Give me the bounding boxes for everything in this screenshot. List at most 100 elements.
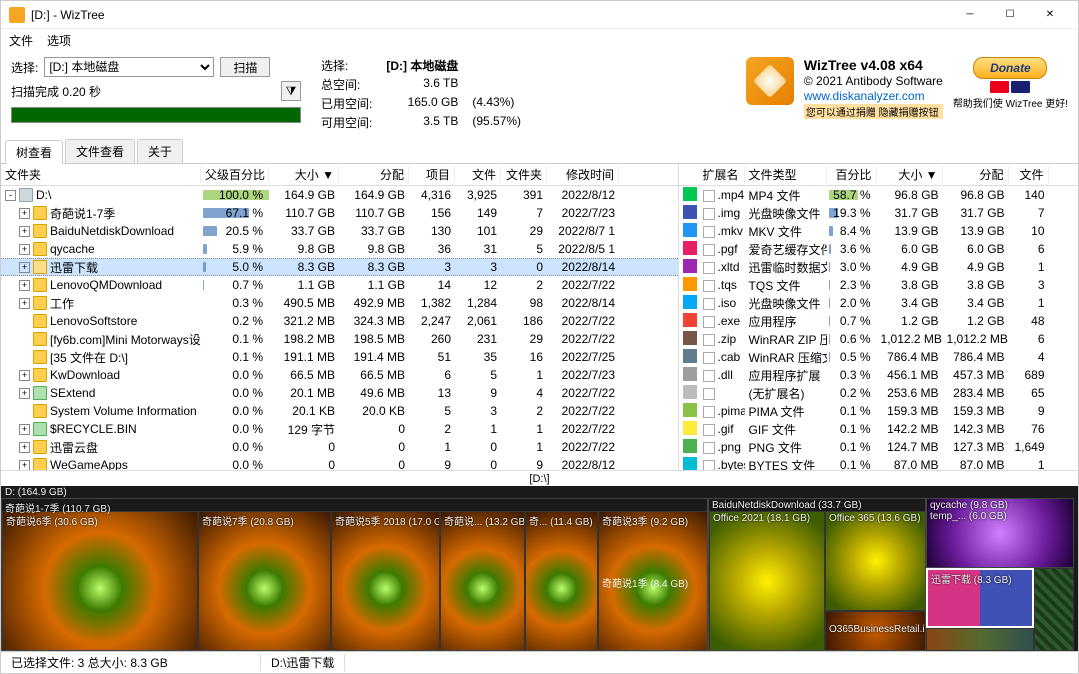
table-row[interactable]: -D:\100.0 %164.9 GB164.9 GB4,3163,925391… [1, 186, 678, 204]
filter-button[interactable]: ⧩ [281, 81, 301, 101]
treemap[interactable]: D: (164.9 GB) 奇葩说1-7季 (110.7 GB)奇葩说6季 (3… [1, 486, 1078, 651]
table-row[interactable]: .mp4MP4 文件58.7 %96.8 GB96.8 GB140 [679, 186, 1078, 204]
color-swatch [683, 403, 697, 417]
table-row[interactable]: [35 文件在 D:\]0.1 %191.1 MB191.4 MB5135162… [1, 348, 678, 366]
menu-file[interactable]: 文件 [9, 32, 33, 49]
table-row[interactable]: .iso光盘映像文件2.0 %3.4 GB3.4 GB1 [679, 294, 1078, 312]
folder-icon [33, 224, 47, 238]
main-panes: 文件夹父级百分比大小 ▼分配项目文件文件夹修改时间 -D:\100.0 %164… [1, 164, 1078, 470]
col-header[interactable]: 文件类型 [745, 166, 827, 183]
col-header[interactable]: 分配 [339, 166, 409, 183]
table-row[interactable]: +迅雷下载5.0 %8.3 GB8.3 GB3302022/8/14 [1, 258, 678, 276]
close-button[interactable]: ✕ [1030, 3, 1070, 27]
folder-tree-body[interactable]: -D:\100.0 %164.9 GB164.9 GB4,3163,925391… [1, 186, 678, 470]
col-header[interactable]: 扩展名 [699, 166, 745, 183]
table-row[interactable]: .bytesBYTES 文件0.1 %87.0 MB87.0 MB1 [679, 456, 1078, 470]
item-name: [35 文件在 D:\] [50, 349, 128, 366]
table-row[interactable]: .dll应用程序扩展0.3 %456.1 MB457.3 MB689 [679, 366, 1078, 384]
table-row[interactable]: (无扩展名)0.2 %253.6 MB283.4 MB65 [679, 384, 1078, 402]
table-row[interactable]: .xltd迅雷临时数据文3.0 %4.9 GB4.9 GB1 [679, 258, 1078, 276]
col-header[interactable]: 文件 [455, 166, 501, 183]
table-row[interactable]: .img光盘映像文件19.3 %31.7 GB31.7 GB7 [679, 204, 1078, 222]
tree-toggle[interactable]: + [19, 280, 30, 291]
folder-open-icon [33, 260, 47, 274]
col-header[interactable]: 百分比 [827, 166, 877, 183]
col-header[interactable]: 父级百分比 [201, 166, 269, 183]
table-row[interactable]: +qycache5.9 %9.8 GB9.8 GB363152022/8/5 1 [1, 240, 678, 258]
table-row[interactable]: .pgf爱奇艺缓存文件3.6 %6.0 GB6.0 GB6 [679, 240, 1078, 258]
tab-tree[interactable]: 树查看 [5, 140, 63, 164]
maximize-button[interactable]: ☐ [990, 3, 1030, 27]
col-header[interactable]: 大小 ▼ [269, 166, 339, 183]
tree-toggle[interactable]: + [19, 244, 30, 255]
tree-toggle[interactable]: + [19, 298, 30, 309]
table-row[interactable]: +LenovoQMDownload0.7 %1.1 GB1.1 GB141222… [1, 276, 678, 294]
table-row[interactable]: .pimaPIMA 文件0.1 %159.3 MB159.3 MB9 [679, 402, 1078, 420]
tree-toggle[interactable]: + [19, 208, 30, 219]
table-row[interactable]: +$RECYCLE.BIN0.0 %129 字节02112022/7/22 [1, 420, 678, 438]
table-row[interactable]: LenovoSoftstore0.2 %321.2 MB324.3 MB2,24… [1, 312, 678, 330]
tree-toggle[interactable]: + [19, 370, 30, 381]
table-row[interactable]: .pngPNG 文件0.1 %124.7 MB127.3 MB1,649 [679, 438, 1078, 456]
table-row[interactable]: .zipWinRAR ZIP 压0.6 %1,012.2 MB1,012.2 M… [679, 330, 1078, 348]
progress-bar [11, 107, 301, 123]
table-row[interactable]: System Volume Information0.0 %20.1 KB20.… [1, 402, 678, 420]
tree-toggle[interactable]: + [19, 442, 30, 453]
table-row[interactable]: +工作0.3 %490.5 MB492.9 MB1,3821,284982022… [1, 294, 678, 312]
col-header[interactable]: 分配 [943, 166, 1009, 183]
color-swatch [683, 223, 697, 237]
donate-tip: 您可以通过捐赠 隐藏捐赠按钮 [804, 104, 943, 119]
tree-toggle[interactable]: + [19, 424, 30, 435]
col-header[interactable]: 大小 ▼ [877, 166, 943, 183]
tree-toggle[interactable]: + [19, 226, 30, 237]
tree-toggle[interactable]: + [19, 262, 30, 273]
table-row[interactable]: +BaiduNetdiskDownload20.5 %33.7 GB33.7 G… [1, 222, 678, 240]
col-header[interactable]: 文件夹 [501, 166, 547, 183]
table-row[interactable]: +WeGameApps0.0 %009092022/8/12 [1, 456, 678, 470]
table-row[interactable]: +迅雷云盘0.0 %001012022/7/22 [1, 438, 678, 456]
menu-options[interactable]: 选项 [47, 32, 71, 49]
file-icon [703, 424, 715, 436]
file-icon [703, 334, 715, 346]
table-row[interactable]: +SExtend0.0 %20.1 MB49.6 MB13942022/7/22 [1, 384, 678, 402]
tree-toggle[interactable]: + [19, 388, 30, 399]
table-row[interactable]: .mkvMKV 文件8.4 %13.9 GB13.9 GB10 [679, 222, 1078, 240]
folder-icon [33, 368, 47, 382]
table-row[interactable]: .exe应用程序0.7 %1.2 GB1.2 GB48 [679, 312, 1078, 330]
folder-icon [33, 242, 47, 256]
path-footer: [D:\] [1, 470, 1078, 486]
tab-about[interactable]: 关于 [137, 139, 183, 163]
folder-icon [33, 350, 47, 364]
table-row[interactable]: +KwDownload0.0 %66.5 MB66.5 MB6512022/7/… [1, 366, 678, 384]
tab-file[interactable]: 文件查看 [65, 139, 135, 163]
file-icon [703, 190, 715, 202]
color-swatch [683, 277, 697, 291]
funnel-icon: ⧩ [286, 84, 297, 99]
folder-tree-header[interactable]: 文件夹父级百分比大小 ▼分配项目文件文件夹修改时间 [1, 164, 678, 186]
copyright: © 2021 Antibody Software [804, 74, 943, 88]
table-row[interactable]: [fy6b.com]Mini Motorways设0.1 %198.2 MB19… [1, 330, 678, 348]
website-link[interactable]: www.diskanalyzer.com [804, 89, 943, 103]
col-header[interactable]: 文件夹 [1, 166, 201, 183]
scan-button[interactable]: 扫描 [220, 57, 270, 77]
tree-toggle[interactable]: - [5, 190, 16, 201]
item-name: D:\ [36, 188, 51, 202]
table-row[interactable]: +奇葩说1-7季67.1 %110.7 GB110.7 GB1561497202… [1, 204, 678, 222]
table-row[interactable]: .gifGIF 文件0.1 %142.2 MB142.3 MB76 [679, 420, 1078, 438]
col-header[interactable]: 修改时间 [547, 166, 619, 183]
extension-body[interactable]: .mp4MP4 文件58.7 %96.8 GB96.8 GB140.img光盘映… [679, 186, 1078, 470]
col-header[interactable]: 项目 [409, 166, 455, 183]
minimize-button[interactable]: ─ [950, 3, 990, 27]
file-icon [703, 370, 715, 382]
drive-select[interactable]: [D:] 本地磁盘 [44, 57, 214, 77]
extension-header[interactable]: 扩展名文件类型百分比大小 ▼分配文件 [679, 164, 1078, 186]
table-row[interactable]: .tqsTQS 文件2.3 %3.8 GB3.8 GB3 [679, 276, 1078, 294]
tree-toggle[interactable]: + [19, 460, 30, 471]
table-row[interactable]: .cabWinRAR 压缩文0.5 %786.4 MB786.4 MB4 [679, 348, 1078, 366]
recycle-icon [33, 386, 47, 400]
treemap-selected: 迅雷下载 (8.3 GB) [926, 568, 1034, 628]
col-header[interactable]: 文件 [1009, 166, 1049, 183]
extension-pane: 扩展名文件类型百分比大小 ▼分配文件 .mp4MP4 文件58.7 %96.8 … [679, 164, 1078, 470]
item-name: qycache [50, 242, 95, 256]
donate-button[interactable]: Donate [973, 57, 1047, 79]
